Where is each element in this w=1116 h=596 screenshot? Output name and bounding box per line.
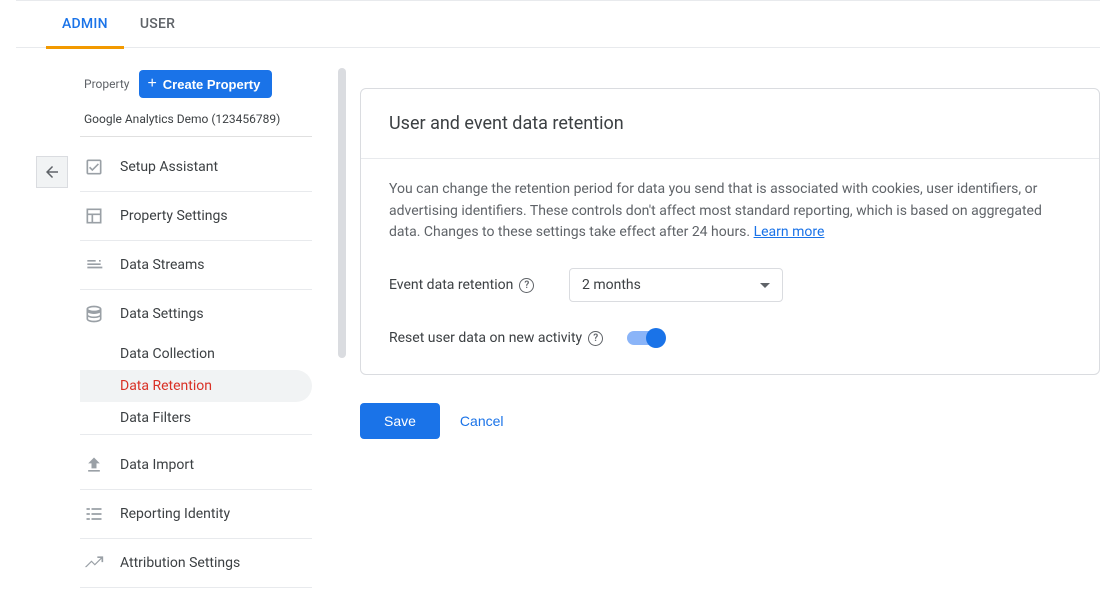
upload-icon xyxy=(84,455,104,475)
sub-data-collection[interactable]: Data Collection xyxy=(80,338,312,370)
nav-data-import[interactable]: Data Import xyxy=(80,441,312,490)
toggle-knob xyxy=(646,328,666,348)
attribution-icon xyxy=(84,553,104,573)
help-icon[interactable]: ? xyxy=(519,278,534,293)
reset-toggle[interactable] xyxy=(627,331,663,345)
event-retention-select[interactable]: 2 months xyxy=(569,268,783,302)
layout-icon xyxy=(84,206,104,226)
identity-icon xyxy=(84,504,104,524)
nav-label: Data Streams xyxy=(120,257,205,273)
create-property-button[interactable]: + Create Property xyxy=(139,70,272,98)
admin-sidebar: Property + Create Property Google Analyt… xyxy=(80,48,340,596)
card-description: You can change the retention period for … xyxy=(389,179,1071,244)
help-icon[interactable]: ? xyxy=(588,331,603,346)
nav-label: Reporting Identity xyxy=(120,506,230,522)
create-property-label: Create Property xyxy=(163,77,261,92)
cancel-button[interactable]: Cancel xyxy=(460,413,504,429)
retention-card: User and event data retention You can ch… xyxy=(360,88,1100,375)
tab-admin[interactable]: ADMIN xyxy=(46,0,124,48)
sidebar-scrollbar[interactable] xyxy=(338,68,346,358)
check-square-icon xyxy=(84,157,104,177)
back-button[interactable] xyxy=(36,156,68,188)
nav-setup-assistant[interactable]: Setup Assistant xyxy=(80,143,312,192)
nav-reporting-identity[interactable]: Reporting Identity xyxy=(80,490,312,539)
nav-label: Data Settings xyxy=(120,306,204,322)
event-retention-value: 2 months xyxy=(582,277,641,293)
plus-icon: + xyxy=(147,76,156,92)
sub-data-filters[interactable]: Data Filters xyxy=(80,402,312,434)
streams-icon xyxy=(84,255,104,275)
nav-label: Data Import xyxy=(120,457,194,473)
chevron-down-icon xyxy=(760,283,770,288)
tab-user[interactable]: USER xyxy=(124,0,191,48)
event-retention-label: Event data retention xyxy=(389,277,513,293)
property-label: Property xyxy=(84,77,129,91)
reset-label: Reset user data on new activity xyxy=(389,330,582,346)
nav-label: Setup Assistant xyxy=(120,159,218,175)
learn-more-link[interactable]: Learn more xyxy=(754,224,825,240)
nav-attribution-settings[interactable]: Attribution Settings xyxy=(80,539,312,588)
sub-data-retention[interactable]: Data Retention xyxy=(80,370,312,402)
admin-user-tabs: ADMIN USER xyxy=(16,0,1100,48)
nav-label: Property Settings xyxy=(120,208,228,224)
nav-data-streams[interactable]: Data Streams xyxy=(80,241,312,290)
nav-data-settings[interactable]: Data Settings xyxy=(80,290,312,338)
nav-label: Attribution Settings xyxy=(120,555,240,571)
arrow-left-icon xyxy=(43,163,61,181)
card-title: User and event data retention xyxy=(389,113,1071,134)
nav-property-settings[interactable]: Property Settings xyxy=(80,192,312,241)
save-button[interactable]: Save xyxy=(360,403,440,439)
database-icon xyxy=(84,304,104,324)
property-name[interactable]: Google Analytics Demo (123456789) xyxy=(80,102,312,137)
